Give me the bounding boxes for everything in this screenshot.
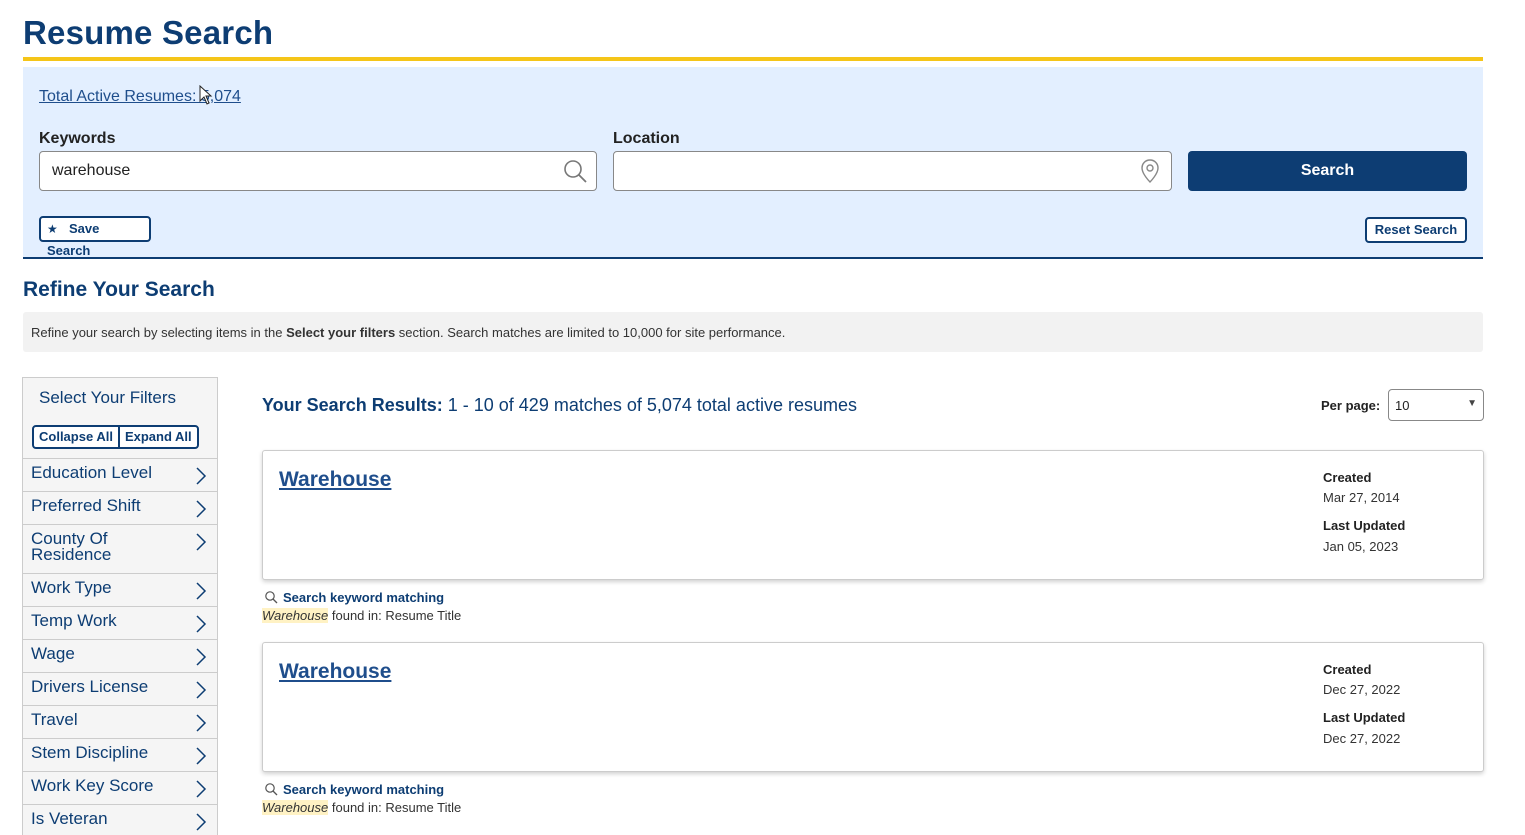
refine-note-after: section. Search matches are limited to 1…: [395, 325, 786, 340]
per-page-label: Per page:: [1321, 398, 1381, 413]
match-location-text: found in: Resume Title: [331, 800, 462, 815]
filter-item-label: Wage: [31, 644, 75, 663]
per-page-value: 10: [1395, 398, 1410, 413]
chevron-right-icon: [196, 714, 207, 732]
filter-item[interactable]: Stem Discipline: [23, 739, 217, 772]
created-date: Mar 27, 2014: [1323, 490, 1400, 505]
filter-item[interactable]: Preferred Shift: [23, 492, 217, 525]
result-card: Warehouse Created Dec 27, 2022 Last Updated…: [262, 642, 1484, 772]
refine-note-before: Refine your search by selecting items in…: [31, 325, 287, 340]
result-card: Warehouse Created Mar 27, 2014 Last Updated…: [262, 450, 1484, 580]
per-page-select[interactable]: 10 ▼: [1388, 389, 1484, 421]
chevron-right-icon: [196, 648, 207, 666]
keyword-match-line: Warehouse found in: Resume Title: [262, 608, 662, 623]
filter-item-label: County Of Residence: [31, 529, 112, 564]
filter-item-label: Work Key Score: [31, 776, 154, 795]
results-heading-text: 1 - 10 of 429 matches of 5,074 total act…: [447, 395, 857, 415]
filters-header: Select Your Filters Collapse All Expand …: [23, 378, 217, 459]
star-icon: ★: [47, 222, 58, 236]
chevron-right-icon: [196, 467, 207, 485]
filter-list: Education Level Preferred Shift County Of …: [23, 459, 217, 835]
keyword-match-line: Warehouse found in: Resume Title: [262, 800, 662, 815]
collapse-all-button[interactable]: Collapse All: [34, 427, 118, 447]
location-input[interactable]: [613, 151, 1172, 191]
collapse-expand-group: Collapse All Expand All: [32, 425, 199, 449]
expand-all-button[interactable]: Expand All: [117, 427, 197, 447]
keywords-input[interactable]: warehouse: [39, 151, 597, 191]
filter-item-label: Drivers License: [31, 677, 149, 696]
filter-item[interactable]: Work Key Score: [23, 772, 217, 805]
last-updated-date: Dec 27, 2022: [1323, 731, 1401, 746]
location-pin-icon: [1141, 159, 1159, 183]
filter-item[interactable]: Education Level: [23, 459, 217, 492]
chevron-right-icon: [196, 813, 207, 831]
dropdown-caret-icon: ▼: [1467, 398, 1477, 409]
results-heading: Your Search Results: 1 - 10 of 429 match…: [262, 395, 857, 416]
filter-item-label: Temp Work: [31, 611, 117, 630]
filter-item[interactable]: Drivers License: [23, 673, 217, 706]
filter-item[interactable]: Travel: [23, 706, 217, 739]
chevron-right-icon: [196, 780, 207, 798]
last-updated-label: Last Updated: [1323, 710, 1406, 725]
chevron-right-icon: [196, 747, 207, 765]
keyword-match-block: Search keyword matching Warehouse found i…: [262, 588, 662, 623]
chevron-right-icon: [196, 500, 207, 518]
refine-title: Refine Your Search: [23, 278, 215, 301]
search-button[interactable]: Search: [1188, 151, 1467, 191]
chevron-right-icon: [196, 582, 207, 600]
keyword-match-heading-text: Search keyword matching: [283, 589, 445, 605]
matched-term: Warehouse: [262, 800, 329, 815]
keyword-match-heading: Search keyword matching: [262, 588, 662, 606]
keywords-input-value: warehouse: [52, 162, 131, 179]
created-date: Dec 27, 2022: [1323, 682, 1401, 697]
created-label: Created: [1323, 470, 1372, 485]
filter-item[interactable]: Wage: [23, 640, 217, 673]
filter-item[interactable]: Is Veteran: [23, 805, 217, 835]
filter-item-label: Is Veteran: [31, 809, 108, 828]
reset-search-button[interactable]: Reset Search: [1365, 217, 1467, 243]
result-title-link[interactable]: Warehouse: [279, 468, 391, 492]
filter-item-label: Preferred Shift: [31, 496, 141, 515]
filters-sidebar: Select Your Filters Collapse All Expand …: [22, 377, 218, 835]
last-updated-label: Last Updated: [1323, 518, 1406, 533]
result-title-link[interactable]: Warehouse: [279, 660, 391, 684]
filter-item[interactable]: County Of Residence: [23, 525, 217, 574]
magnifier-icon: [265, 783, 278, 796]
filter-item[interactable]: Work Type: [23, 574, 217, 607]
keyword-match-block: Search keyword matching Warehouse found i…: [262, 780, 662, 815]
title-underline: [23, 57, 1483, 61]
refine-note: Refine your search by selecting items in…: [23, 312, 1483, 352]
save-search-button[interactable]: ★ Save Search: [39, 216, 151, 258]
page-title: Resume Search: [23, 14, 274, 51]
search-icon: [564, 160, 587, 183]
match-location-text: found in: Resume Title: [331, 608, 462, 623]
created-label: Created: [1323, 662, 1372, 677]
filters-title: Select Your Filters: [39, 388, 177, 407]
keyword-match-heading: Search keyword matching: [262, 780, 662, 798]
keyword-match-heading-text: Search keyword matching: [283, 781, 445, 797]
filter-item-label: Travel: [31, 710, 78, 729]
refine-note-bold: Select your filters: [286, 325, 396, 340]
chevron-right-icon: [196, 533, 207, 551]
chevron-right-icon: [196, 681, 207, 699]
filter-item[interactable]: Temp Work: [23, 607, 217, 640]
filter-item-label: Work Type: [31, 578, 112, 597]
keywords-label: Keywords: [39, 130, 116, 147]
location-label: Location: [613, 130, 680, 147]
magnifier-icon: [265, 591, 278, 604]
mouse-cursor-icon: [199, 85, 213, 105]
matched-term: Warehouse: [262, 608, 329, 623]
last-updated-date: Jan 05, 2023: [1323, 539, 1399, 554]
search-panel: Total Active Resumes: 5,074 Keywords war…: [23, 67, 1483, 259]
results-heading-label: Your Search Results:: [262, 395, 443, 415]
chevron-right-icon: [196, 615, 207, 633]
filter-item-label: Education Level: [31, 463, 152, 482]
filter-item-label: Stem Discipline: [31, 743, 149, 762]
